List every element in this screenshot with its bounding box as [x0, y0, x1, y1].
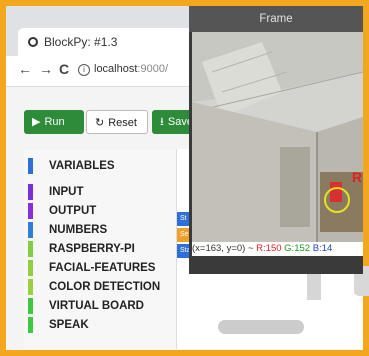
camera-view[interactable]: R — [192, 32, 363, 242]
category-color — [28, 260, 33, 276]
category-color — [28, 158, 33, 174]
category-virtual-board[interactable]: VIRTUAL BOARD — [24, 297, 176, 315]
status-green: G:152 — [284, 243, 311, 254]
browser-tab[interactable]: BlockPy: #1.3 × — [18, 28, 198, 56]
status-coords: (x=163, y=0) ~ — [192, 243, 254, 254]
run-button[interactable]: ▶ Run — [24, 110, 84, 134]
status-blue: B:14 — [312, 243, 333, 254]
status-red: R:150 — [256, 243, 282, 254]
category-color — [28, 317, 33, 333]
category-speak[interactable]: SPEAK — [24, 316, 176, 334]
category-variables[interactable]: VARIABLES — [24, 157, 176, 175]
category-output[interactable]: OUTPUT — [24, 202, 176, 220]
address-bar[interactable]: localhost:9000/ — [94, 63, 168, 75]
reset-label: Reset — [108, 117, 137, 129]
upload-icon: ⭳ — [160, 116, 164, 128]
frame-window: Frame R (x=163, y=0) ~ R:150 G:152 B:14 — [189, 6, 363, 274]
category-raspberry-pi[interactable]: RASPBERRY-PI — [24, 240, 176, 258]
category-input[interactable]: INPUT — [24, 183, 176, 201]
globe-icon — [28, 37, 38, 47]
frame-title: Frame — [189, 6, 363, 32]
refresh-icon: ↻ — [95, 117, 105, 129]
reset-button[interactable]: ↻ Reset — [86, 110, 148, 134]
forward-button[interactable]: → — [39, 61, 53, 77]
category-color — [28, 279, 33, 295]
pixel-status-bar: (x=163, y=0) ~ R:150 G:152 B:14 — [192, 242, 363, 256]
address-port: :9000/ — [137, 63, 169, 75]
category-color — [28, 241, 33, 257]
category-color — [28, 222, 33, 238]
category-color-detection[interactable]: COLOR DETECTION — [24, 278, 176, 296]
category-color — [28, 203, 33, 219]
category-numbers[interactable]: NUMBERS — [24, 221, 176, 239]
info-icon[interactable]: i — [78, 64, 90, 76]
block-categories: VARIABLES INPUT OUTPUT NUMBERS RASPBERRY… — [24, 149, 176, 349]
tab-title: BlockPy: #1.3 — [44, 35, 118, 49]
play-icon: ▶ — [32, 116, 41, 128]
run-label: Run — [44, 116, 65, 128]
category-color — [28, 184, 33, 200]
category-color — [28, 298, 33, 314]
detection-label: R — [352, 169, 362, 185]
reload-button[interactable]: C — [59, 61, 69, 77]
address-host: localhost — [94, 63, 138, 75]
horizontal-scrollbar[interactable] — [218, 320, 304, 334]
back-button[interactable]: ← — [18, 61, 32, 77]
category-facial-features[interactable]: FACIAL-FEATURES — [24, 259, 176, 277]
